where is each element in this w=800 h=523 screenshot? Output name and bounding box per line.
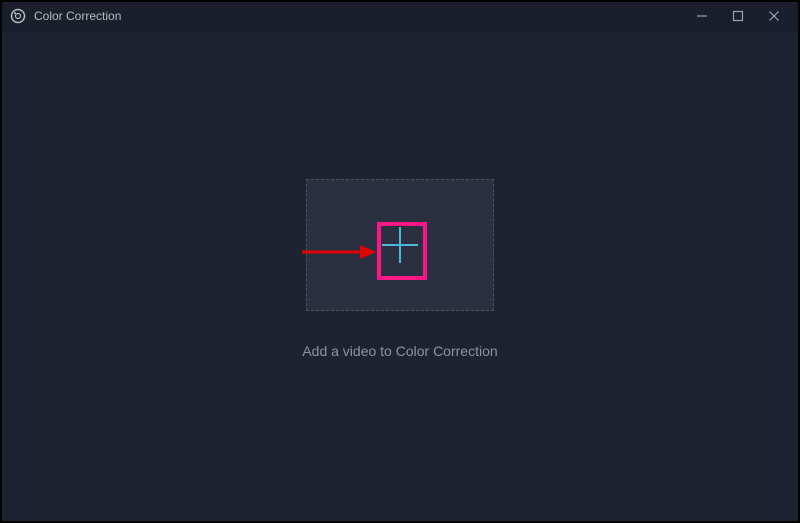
app-icon [10,8,26,24]
hint-text: Add a video to Color Correction [302,343,497,359]
titlebar: Color Correction [0,0,800,32]
main-area: Add a video to Color Correction [0,32,800,523]
window-controls [684,2,792,30]
maximize-button[interactable] [720,2,756,30]
minimize-button[interactable] [684,2,720,30]
close-button[interactable] [756,2,792,30]
window-title: Color Correction [34,9,121,23]
add-video-dropzone[interactable] [306,179,494,311]
titlebar-left: Color Correction [10,8,121,24]
plus-icon [382,227,418,263]
